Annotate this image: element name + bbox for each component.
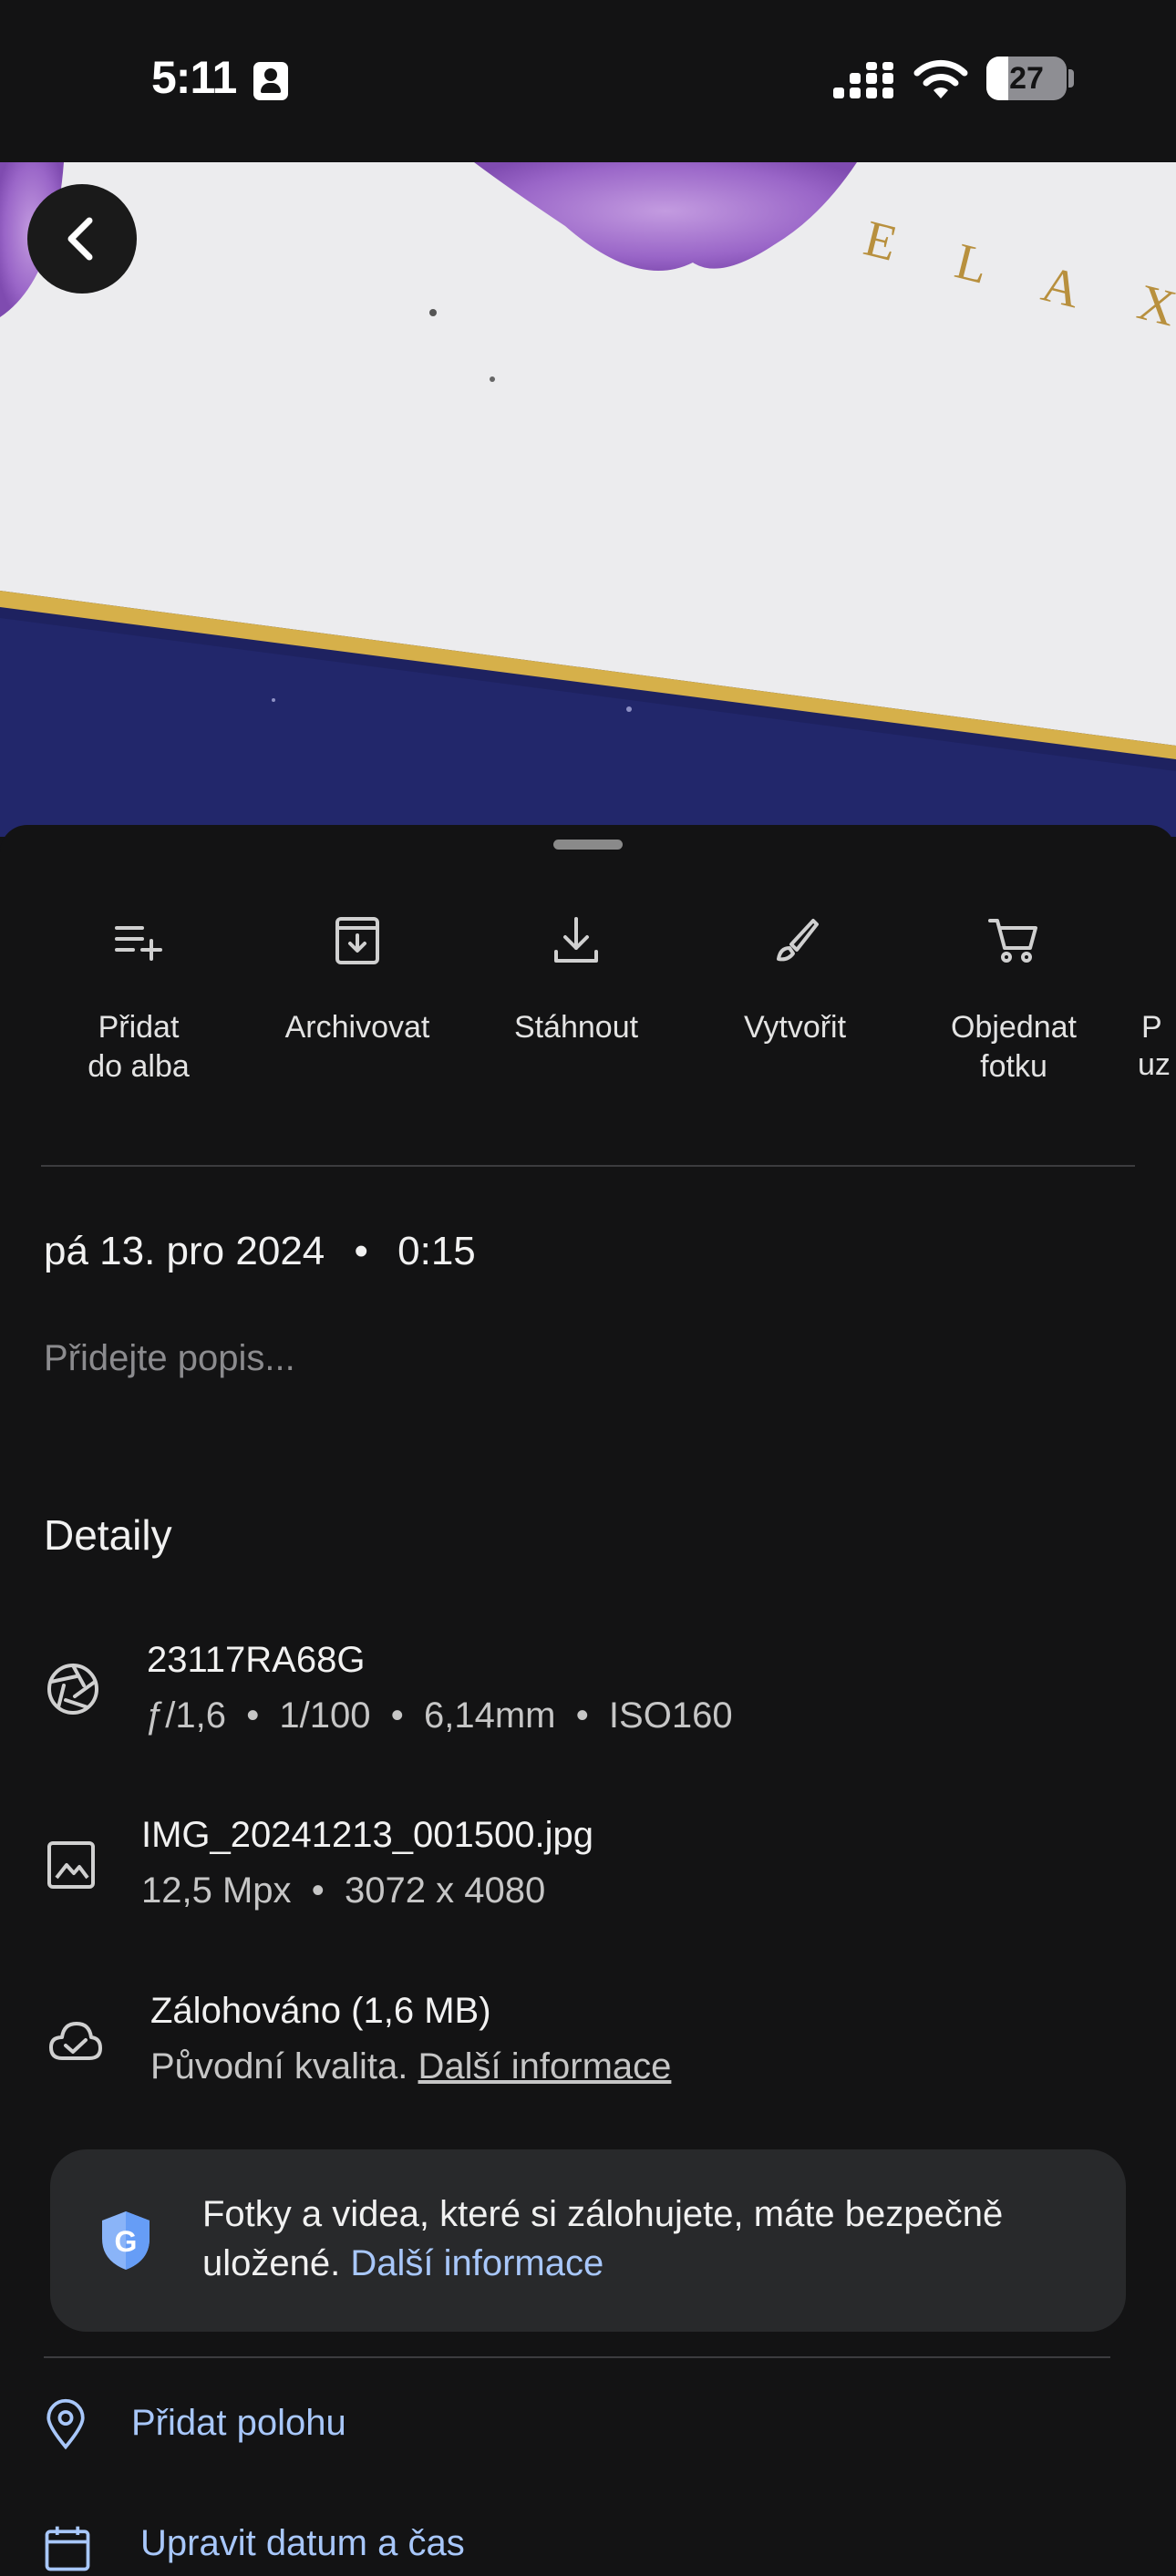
back-button[interactable] bbox=[27, 184, 137, 294]
actions-divider bbox=[41, 1165, 1135, 1167]
playlist-add-icon bbox=[115, 926, 162, 961]
chevron-left-icon bbox=[67, 217, 93, 261]
battery-level: 27 bbox=[1009, 61, 1044, 96]
contact-card-icon bbox=[253, 62, 288, 100]
sheet-drag-handle[interactable] bbox=[553, 840, 623, 850]
cellular-signal-icon bbox=[833, 62, 893, 98]
archive-icon bbox=[335, 917, 379, 964]
backup-learn-more-link[interactable]: Další informace bbox=[418, 2046, 672, 2087]
backup-quality-line: Původní kvalita. Další informace bbox=[150, 2046, 671, 2087]
backup-info-text: Fotky a videa, které si zálohujete, máte… bbox=[202, 2190, 1105, 2288]
archive-button[interactable]: Archivovat bbox=[266, 912, 449, 1047]
action-label-line1: Přidat bbox=[98, 1010, 180, 1045]
info-learn-more-link[interactable]: Další informace bbox=[350, 2243, 603, 2283]
photo-preview[interactable]: E L A X bbox=[0, 162, 1176, 837]
download-button[interactable]: Stáhnout bbox=[485, 912, 667, 1047]
image-icon bbox=[47, 1841, 95, 1889]
action-label-line2: uz bbox=[1138, 1047, 1171, 1082]
action-label-line1: Archivovat bbox=[284, 1010, 430, 1045]
date-time: pá 13. pro 2024 • 0:15 bbox=[44, 1229, 476, 1274]
order-photo-button[interactable]: Objednat fotku bbox=[923, 912, 1105, 1087]
description-input[interactable]: Přidejte popis... bbox=[44, 1338, 295, 1379]
google-shield-icon: G bbox=[102, 2211, 150, 2270]
edit-datetime-button[interactable]: Upravit datum a čas bbox=[140, 2523, 465, 2564]
card-divider bbox=[44, 2356, 1110, 2358]
add-location-button[interactable]: Přidat polohu bbox=[131, 2403, 346, 2444]
add-to-album-button[interactable]: Přidat do alba bbox=[47, 912, 230, 1087]
action-label-line1: Stáhnout bbox=[513, 1010, 639, 1045]
location-pin-icon bbox=[46, 2398, 85, 2450]
backup-quality: Původní kvalita. bbox=[150, 2046, 408, 2087]
wifi-icon bbox=[913, 59, 968, 98]
download-icon bbox=[554, 917, 598, 963]
file-name: IMG_20241213_001500.jpg bbox=[141, 1815, 593, 1855]
action-label-line2: fotku bbox=[980, 1049, 1047, 1084]
action-label-line1: P bbox=[1141, 1010, 1162, 1045]
details-heading: Detaily bbox=[44, 1511, 172, 1559]
aperture-icon bbox=[47, 1664, 98, 1715]
camera-model: 23117RA68G bbox=[147, 1640, 366, 1680]
action-label-line1: Vytvořit bbox=[743, 1010, 847, 1045]
action-label-line2: do alba bbox=[88, 1049, 190, 1084]
brush-icon bbox=[777, 919, 819, 962]
battery-icon: 27 bbox=[986, 57, 1067, 100]
partial-action-button[interactable]: Puz bbox=[1138, 912, 1176, 1126]
cloud-done-icon bbox=[49, 2022, 102, 2060]
action-label-line1: Objednat bbox=[951, 1010, 1077, 1045]
status-time: 5:11 bbox=[151, 52, 237, 103]
calendar-icon bbox=[45, 2526, 90, 2571]
create-button[interactable]: Vytvořit bbox=[704, 912, 886, 1047]
camera-specs: ƒ/1,6 • 1/100 • 6,14mm • ISO160 bbox=[145, 1695, 733, 1736]
shopping-cart-icon bbox=[988, 919, 1037, 963]
date-text: pá 13. pro 2024 bbox=[44, 1229, 325, 1273]
date-separator: • bbox=[354, 1229, 368, 1273]
svg-text:G: G bbox=[115, 2225, 138, 2258]
time-text: 0:15 bbox=[397, 1229, 476, 1273]
battery-tip bbox=[1068, 69, 1074, 88]
backup-status: Zálohováno (1,6 MB) bbox=[150, 1991, 491, 2031]
file-specs: 12,5 Mpx • 3072 x 4080 bbox=[141, 1870, 546, 1911]
